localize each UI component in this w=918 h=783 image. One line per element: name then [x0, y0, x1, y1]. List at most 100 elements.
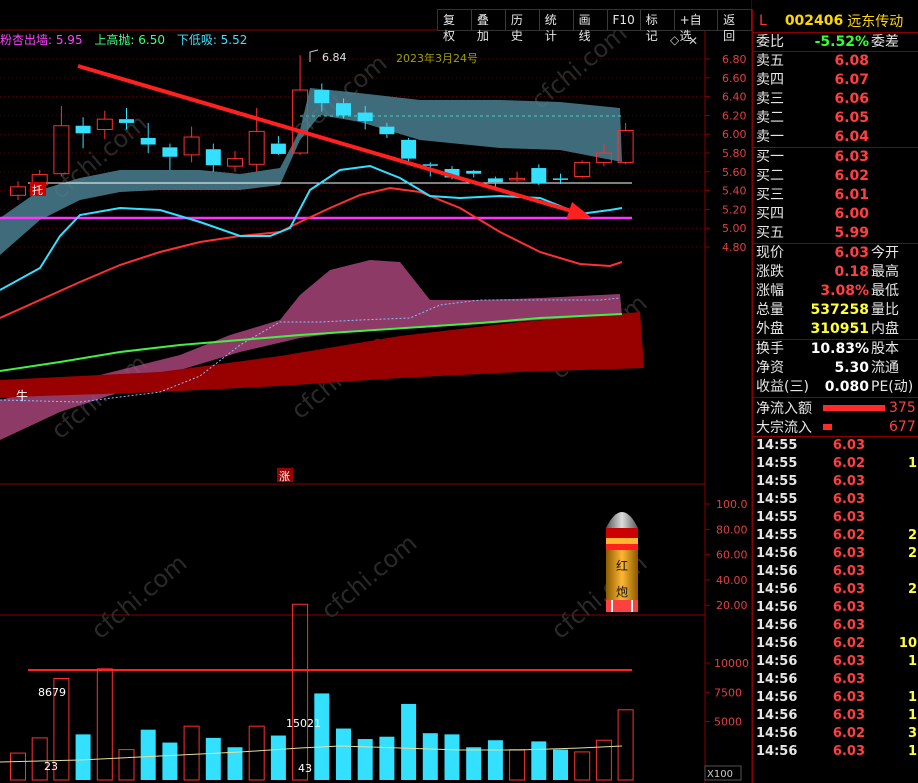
- candle-body-up[interactable]: [227, 158, 243, 167]
- fundamental-row-value: 10.83%: [810, 341, 869, 357]
- price-axis-label: 5.60: [722, 166, 747, 179]
- fundamental-row-label2: 股本: [871, 341, 899, 357]
- fundamental-row: 净资 5.30 流通: [753, 359, 918, 378]
- tick-time: 14:56: [756, 582, 798, 597]
- quote-row-label2: 最低: [871, 283, 899, 299]
- candle-body-down[interactable]: [336, 103, 351, 116]
- tick-row: 14:56 6.03: [753, 599, 918, 617]
- tick-time: 14:55: [756, 474, 798, 489]
- fundamental-row: 换手 10.83% 股本: [753, 340, 918, 359]
- tick-time: 14:55: [756, 528, 798, 543]
- tick-row: 14:56 6.03 2: [753, 545, 918, 563]
- quote-row-label: 涨幅: [756, 283, 784, 299]
- bid-row[interactable]: 买五 5.99: [753, 224, 918, 243]
- candle-body-up[interactable]: [574, 161, 591, 177]
- price-axis-label: 5.40: [722, 185, 747, 198]
- chart-area[interactable]: cfchi.com cfchi.com cfchi.com cfchi.com cfch…: [0, 0, 752, 783]
- tick-price: 6.03: [832, 492, 865, 507]
- bid-row[interactable]: 买四 6.00: [753, 205, 918, 224]
- quote-block: 现价 6.03 今开 涨跌 0.18 最高 涨幅 3.08% 最低 总量 537258 量比 外盘 310…: [753, 243, 918, 339]
- ask-row[interactable]: 卖一 6.04: [753, 128, 918, 147]
- tick-time: 14:56: [756, 564, 798, 579]
- quote-row-label2: 最高: [871, 264, 899, 280]
- tick-volume: 2: [907, 582, 917, 597]
- draw-line-button[interactable]: 画线: [573, 10, 608, 43]
- collapse-icon[interactable]: ◇: [670, 33, 680, 47]
- ask-row[interactable]: 卖五 6.08: [753, 52, 918, 71]
- asks-book: 卖五 6.08 卖四 6.07 卖三 6.06 卖二 6.05 卖一 6.04: [753, 51, 918, 147]
- back-button[interactable]: 返回: [718, 10, 751, 43]
- kline-chart[interactable]: cfchi.comcfchi.comcfchi.com cfchi.com cfch…: [0, 0, 752, 783]
- tick-time: 14:55: [756, 492, 798, 507]
- bid-row-price: 6.01: [834, 187, 869, 203]
- red-cannon-top: 红: [616, 558, 628, 573]
- candle-body-up[interactable]: [183, 136, 200, 156]
- bid-row[interactable]: 买三 6.01: [753, 186, 918, 205]
- fundamental-row-label: 收益(三): [756, 379, 809, 395]
- candle-body-down[interactable]: [466, 170, 482, 174]
- tick-price: 6.03: [832, 438, 865, 453]
- fundamental-row-label: 净资: [756, 360, 784, 376]
- volume-bar-up: [509, 749, 526, 781]
- tick-row: 14:56 6.02 10: [753, 635, 918, 653]
- candle-body-down[interactable]: [162, 147, 178, 157]
- ask-row[interactable]: 卖二 6.05: [753, 109, 918, 128]
- restore-rights-button[interactable]: 复权: [438, 10, 472, 43]
- price-axis-label: 5.80: [722, 147, 747, 160]
- candle-body-up[interactable]: [509, 177, 526, 181]
- tick-row: 14:56 6.03: [753, 563, 918, 581]
- watermark: cfchi.com: [86, 549, 193, 645]
- candle-body-down[interactable]: [140, 137, 156, 145]
- flow-label: 净流入额: [756, 400, 812, 417]
- flow-value: 677: [889, 418, 916, 435]
- stats-button[interactable]: 统计: [539, 10, 574, 43]
- ask-row-label: 卖一: [756, 129, 784, 145]
- quote-row: 总量 537258 量比: [753, 301, 918, 320]
- bid-row-price: 5.99: [834, 225, 869, 241]
- quote-row: 涨幅 3.08% 最低: [753, 282, 918, 301]
- history-button[interactable]: 历史: [505, 10, 540, 43]
- candle-body-up[interactable]: [96, 118, 113, 131]
- candle-body-down[interactable]: [553, 178, 568, 180]
- fundamental-row-label: 换手: [756, 341, 784, 357]
- price-axis-label: 5.00: [722, 222, 747, 235]
- bid-row[interactable]: 买一 6.03: [753, 148, 918, 167]
- volume-bar-down: [379, 736, 395, 780]
- candle-body-down[interactable]: [270, 143, 286, 154]
- candle-body-down[interactable]: [401, 139, 417, 159]
- candle-body-down[interactable]: [531, 168, 547, 184]
- tick-volume: 3: [907, 726, 917, 741]
- add-watchlist-button[interactable]: +自选: [674, 10, 719, 43]
- tick-row: 14:55 6.02 1: [753, 455, 918, 473]
- quote-row: 现价 6.03 今开: [753, 244, 918, 263]
- svg-text:粉杏出墙: 5.95 上高抛: 6.50: 粉杏出墙: 5.95 上高抛: 6.50 下低吸: 5.52: [0, 32, 247, 47]
- candle-body-up[interactable]: [248, 130, 265, 165]
- ask-row-price: 6.07: [834, 72, 869, 88]
- tick-row: 14:56 6.03 1: [753, 707, 918, 725]
- osc-axis-label: 100.0: [716, 498, 748, 511]
- volume-bar-down: [487, 740, 503, 780]
- candle-body-down[interactable]: [487, 178, 503, 183]
- ask-row[interactable]: 卖四 6.07: [753, 71, 918, 90]
- tick-price: 6.03: [832, 510, 865, 525]
- ask-row[interactable]: 卖三 6.06: [753, 90, 918, 109]
- candle-body-down[interactable]: [205, 149, 221, 166]
- candle-body-down[interactable]: [422, 164, 438, 166]
- candle-body-down[interactable]: [379, 126, 395, 135]
- flow-bar: [823, 404, 885, 411]
- candle-body-down[interactable]: [357, 112, 373, 122]
- candle-body-down[interactable]: [314, 90, 330, 104]
- bid-row-label: 买五: [756, 225, 784, 241]
- tick-list[interactable]: 14:55 6.03 14:55 6.02 1 14:55 6.03 14:55 6.03 14:…: [753, 436, 918, 761]
- quote-row-value: 3.08%: [820, 283, 869, 299]
- tick-row: 14:56 6.03: [753, 617, 918, 635]
- overlay-button[interactable]: 叠加: [471, 10, 506, 43]
- mark-button[interactable]: 标记: [640, 10, 675, 43]
- candle-body-down[interactable]: [75, 125, 91, 134]
- vol-label-low1: 23: [44, 760, 58, 773]
- bid-row[interactable]: 买二 6.02: [753, 167, 918, 186]
- volume-bar-up: [248, 725, 265, 781]
- tick-volume: [865, 671, 917, 689]
- candle-body-down[interactable]: [119, 119, 134, 123]
- f10-button[interactable]: F10: [607, 10, 641, 30]
